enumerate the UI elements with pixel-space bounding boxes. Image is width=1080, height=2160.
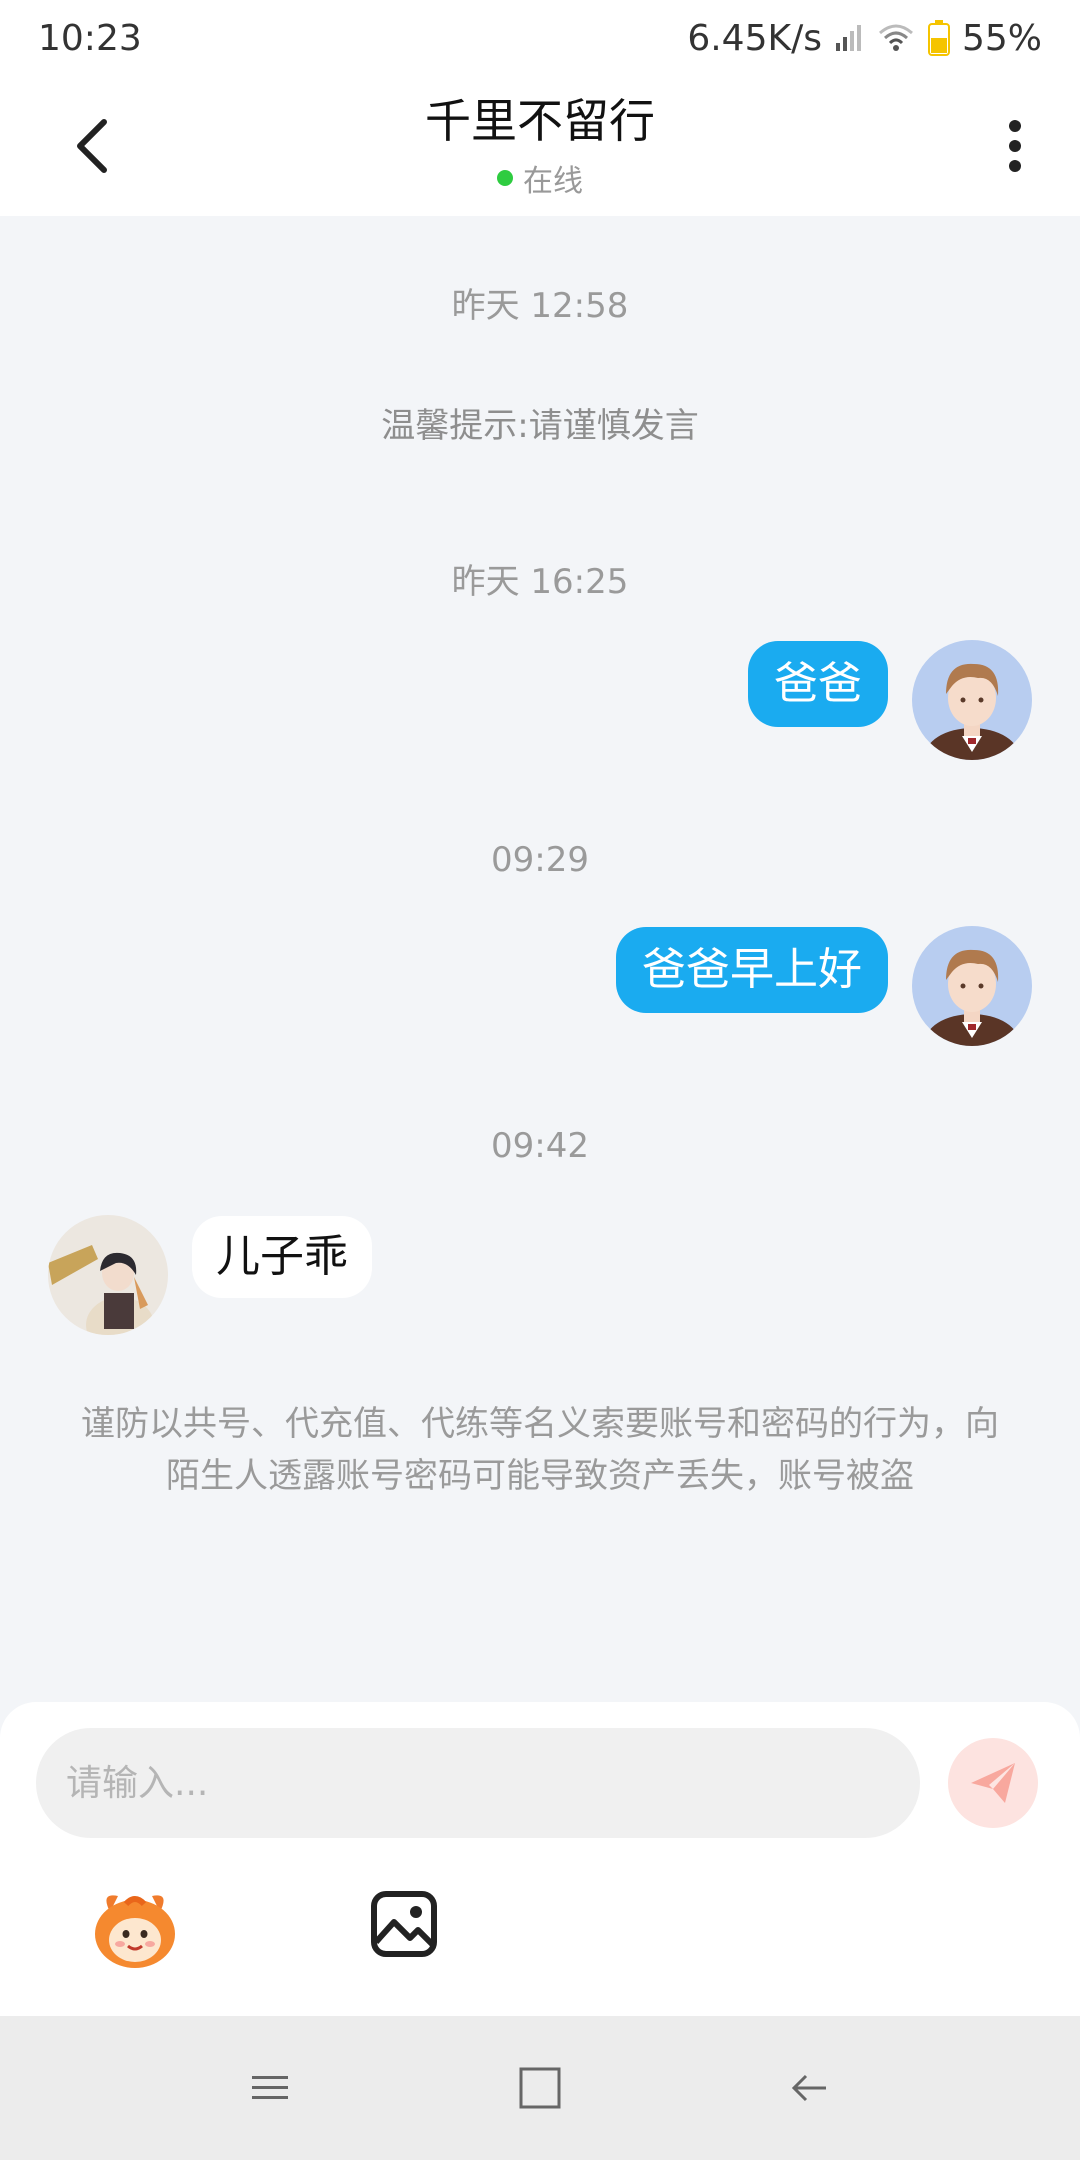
title-area: 千里不留行 在线 [0, 92, 1080, 200]
send-icon [971, 1763, 1015, 1803]
input-panel [0, 1702, 1080, 2016]
online-status-text: 在线 [523, 164, 583, 199]
timestamp: 09:42 [491, 1126, 589, 1166]
image-button[interactable] [368, 1888, 440, 1960]
nav-back-button[interactable] [780, 2062, 840, 2114]
square-home-icon [519, 2067, 561, 2109]
battery-icon [927, 20, 950, 56]
avatar[interactable] [48, 1215, 168, 1335]
more-vertical-icon [1009, 120, 1021, 172]
status-indicators: 6.45K/s 55% [687, 18, 1042, 59]
avatar[interactable] [912, 640, 1032, 760]
more-options-button[interactable] [980, 106, 1050, 186]
security-warning: 谨防以共号、代充值、代练等名义索要账号和密码的行为，向陌生人透露账号密码可能导致… [81, 1404, 999, 1496]
system-nav-bar [0, 2016, 1080, 2160]
wifi-icon [876, 23, 916, 53]
battery-level: 55% [961, 17, 1042, 59]
nav-menu-button[interactable] [240, 2062, 300, 2114]
message-bubble-outgoing[interactable]: 爸爸早上好 [616, 927, 888, 1013]
online-status: 在线 [0, 156, 1080, 200]
message-input[interactable] [36, 1728, 920, 1838]
message-bubble-outgoing[interactable]: 爸爸 [748, 641, 888, 727]
image-icon [371, 1891, 437, 1957]
timestamp: 09:29 [491, 840, 589, 880]
status-time: 10:23 [38, 17, 142, 59]
emoji-button[interactable] [90, 1884, 180, 1974]
status-bar: 10:23 6.45K/s 55% [0, 0, 1080, 76]
timestamp: 昨天 16:25 [451, 562, 629, 602]
signal-icon [834, 23, 864, 53]
page-title: 千里不留行 [425, 94, 655, 148]
send-button[interactable] [948, 1738, 1038, 1828]
network-speed: 6.45K/s [687, 17, 822, 59]
chat-header: 千里不留行 在线 [0, 76, 1080, 216]
nav-home-button[interactable] [510, 2062, 570, 2114]
mascot-emoji-icon [95, 1895, 175, 1968]
online-dot-icon [497, 170, 513, 186]
timestamp: 昨天 12:58 [451, 286, 629, 326]
message-bubble-incoming[interactable]: 儿子乖 [192, 1216, 372, 1298]
system-tip: 温馨提示:请谨慎发言 [381, 406, 699, 446]
avatar[interactable] [912, 926, 1032, 1046]
menu-icon [252, 2076, 288, 2099]
back-arrow-icon [791, 2074, 826, 2102]
